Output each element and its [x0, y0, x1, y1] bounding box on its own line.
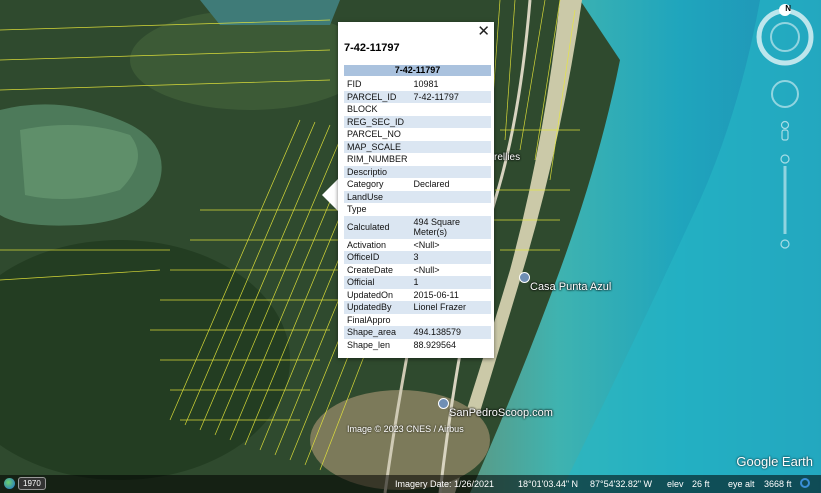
attribute-value	[411, 153, 491, 166]
attribute-value: 3	[410, 251, 491, 264]
attribute-value: 7-42-11797	[410, 90, 491, 103]
attribute-key: Type	[347, 204, 367, 215]
imagery-date: Imagery Date: 1/26/2021	[395, 479, 495, 489]
status-indicator-icon	[800, 478, 810, 488]
attribute-value: 494 Square Meter(s)	[410, 215, 491, 239]
attribute-value: Lionel Frazer	[410, 301, 491, 314]
attribute-table-header: 7-42-11797	[344, 65, 491, 76]
zoom-slider[interactable]	[780, 154, 790, 249]
attribute-key: Official	[344, 276, 411, 289]
attribute-key: UpdatedOn	[347, 289, 394, 300]
attribute-row: PARCEL_NO	[344, 128, 491, 141]
attribute-row: Category Declared	[344, 178, 491, 191]
popup-title: 7-42-11797	[344, 42, 400, 54]
attribute-key: RIM_NUMBER	[347, 154, 408, 165]
attribute-row: FinalAppro	[344, 314, 491, 327]
attribute-key: MAP_SCALE	[344, 140, 411, 153]
attribute-key: PARCEL_ID	[344, 90, 411, 103]
compass-north-label: N	[785, 4, 791, 13]
attribute-key: BLOCK	[347, 104, 378, 115]
attribute-value: 10981	[413, 79, 439, 90]
attribute-row: RIM_NUMBER	[344, 153, 491, 166]
attribute-row: FID 10981	[344, 78, 491, 91]
eye-alt-value: 3668 ft	[764, 479, 792, 489]
attribute-value	[410, 165, 491, 178]
attribute-value: 2015-06-11	[413, 289, 459, 300]
attribute-row: Official 1	[344, 276, 491, 289]
attribute-key: Shape_len	[347, 339, 391, 350]
attribute-row: Activation <Null>	[344, 239, 491, 252]
elevation-value: 26 ft	[692, 479, 710, 489]
attribute-row: OfficeID 3	[344, 251, 491, 264]
attribute-value	[411, 314, 491, 327]
popup-pointer	[322, 178, 339, 212]
attribute-key: FinalAppro	[347, 314, 391, 325]
attribute-value	[410, 190, 491, 203]
attribute-value	[411, 203, 491, 216]
attribute-row: REG_SEC_ID	[344, 115, 491, 128]
attribute-row: Shape_area 494.138579	[344, 326, 491, 339]
attribute-row: Shape_len 88.929564	[344, 339, 491, 352]
casa-punta-azul-pin[interactable]	[519, 272, 530, 283]
eye-alt-label: eye alt	[728, 479, 755, 489]
san-pedro-scoop-label[interactable]: SanPedroScoop.com	[449, 407, 553, 419]
imagery-copyright: Image © 2023 CNES / Airbus	[347, 424, 464, 434]
attribute-row: Calculated 494 Square Meter(s)	[344, 215, 491, 239]
attribute-key: FID	[347, 79, 362, 90]
attribute-value: 494.138579	[410, 326, 491, 339]
historical-year[interactable]: 1970	[18, 476, 46, 490]
attribute-row: LandUse	[344, 190, 491, 203]
attribute-key: Shape_area	[344, 326, 411, 339]
attribute-value	[411, 128, 491, 141]
longitude-readout: 87°54'32.82" W	[590, 479, 653, 489]
attribute-key: UpdatedBy	[344, 301, 411, 314]
attribute-key: Activation	[347, 239, 387, 250]
latitude-readout: 18°01'03.44" N	[518, 479, 579, 489]
attribute-key: OfficeID	[344, 251, 411, 264]
attribute-row: CreateDate <Null>	[344, 264, 491, 277]
attribute-value: 88.929564	[413, 339, 457, 350]
attribute-key: CreateDate	[347, 264, 394, 275]
attribute-value: Declared	[413, 179, 450, 190]
ellies-label: rellies	[494, 152, 521, 163]
close-icon[interactable]: ✕	[477, 24, 490, 40]
attribute-key: PARCEL_NO	[347, 129, 401, 140]
google-earth-logo: Google Earth	[736, 454, 813, 469]
pegman-icon[interactable]	[780, 120, 790, 141]
attribute-row: PARCEL_ID 7-42-11797	[344, 90, 491, 103]
attribute-key: Descriptio	[344, 165, 411, 178]
attribute-key: REG_SEC_ID	[344, 115, 411, 128]
attribute-row: UpdatedBy Lionel Frazer	[344, 301, 491, 314]
attribute-row: MAP_SCALE	[344, 140, 491, 153]
attribute-value: 1	[410, 276, 491, 289]
attribute-table: FID 10981 PARCEL_ID 7-42-11797 BLOCK REG_SEC_…	[344, 78, 491, 351]
attribute-value	[411, 103, 491, 116]
attribute-row: Type	[344, 203, 491, 216]
attribute-value	[410, 115, 491, 128]
attribute-key: Category	[347, 179, 384, 190]
attribute-row: BLOCK	[344, 103, 491, 116]
status-bar: Imagery Date: 1/26/2021 18°01'03.44" N 8…	[0, 475, 821, 493]
casa-punta-azul-label[interactable]: Casa Punta Azul	[530, 281, 611, 293]
attribute-key: LandUse	[344, 190, 411, 203]
look-joystick[interactable]	[771, 80, 799, 108]
attribute-value	[410, 140, 491, 153]
attribute-value: <Null>	[413, 264, 440, 275]
parcel-info-popup: ✕ 7-42-11797 7-42-11797 FID 10981 PARCEL_I…	[338, 22, 494, 358]
elevation-label: elev	[667, 479, 684, 489]
attribute-row: UpdatedOn 2015-06-11	[344, 289, 491, 302]
historical-imagery-control[interactable]: 1970	[4, 476, 46, 490]
globe-icon	[4, 477, 15, 489]
attribute-row: Descriptio	[344, 165, 491, 178]
attribute-key: Calculated	[344, 215, 411, 239]
san-pedro-scoop-pin[interactable]	[438, 398, 449, 409]
navigation-controls[interactable]	[755, 4, 815, 254]
attribute-value: <Null>	[413, 239, 440, 250]
